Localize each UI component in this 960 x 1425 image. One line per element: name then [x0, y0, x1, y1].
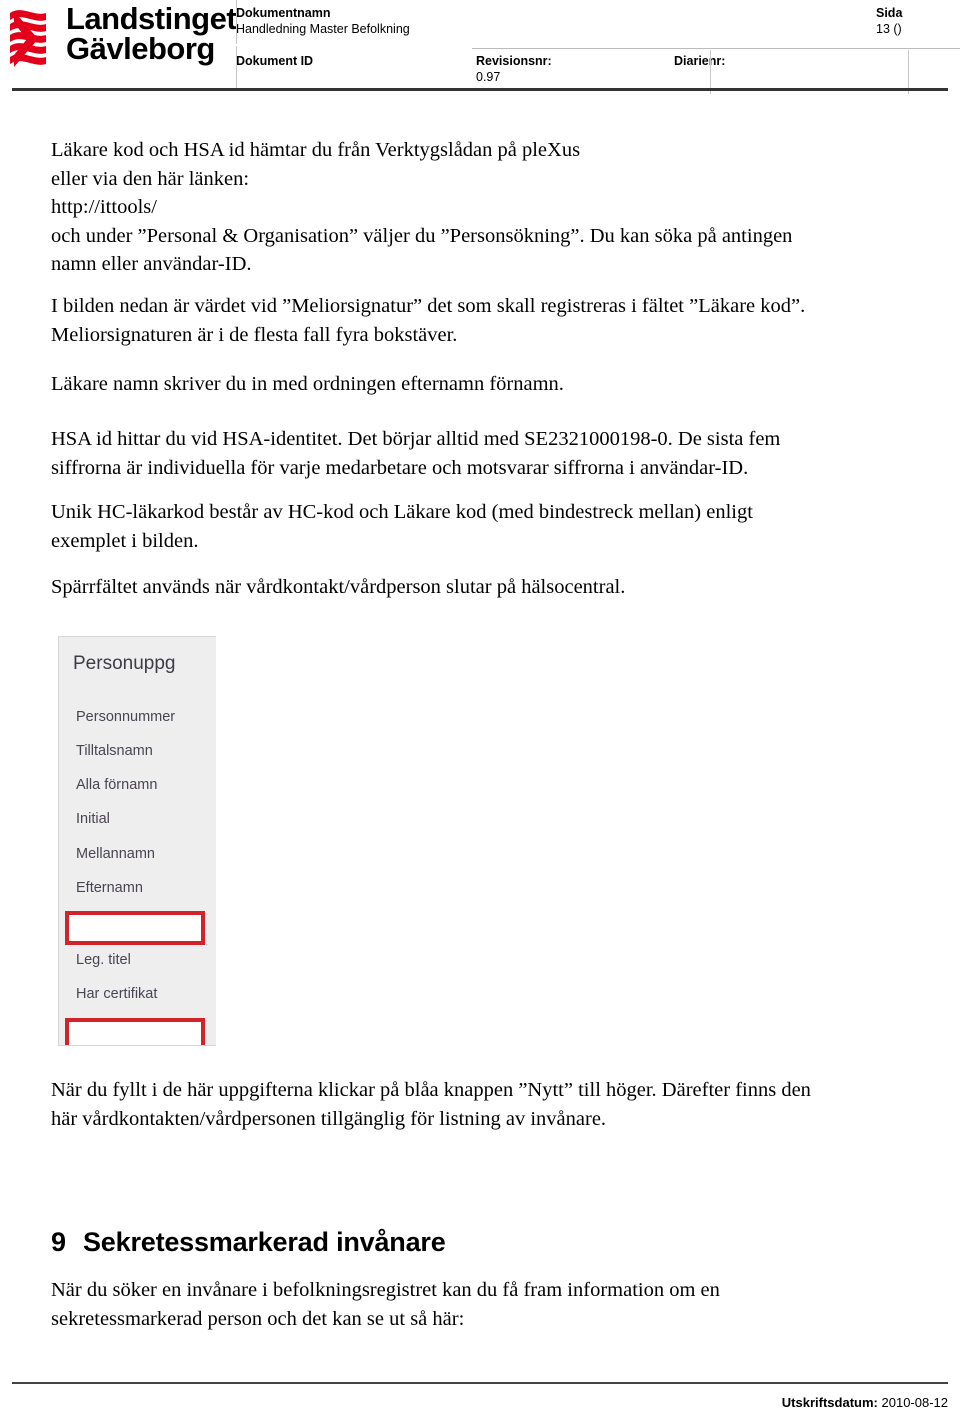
paragraph-lakare-namn: Läkare namn skriver du in med ordningen … — [51, 370, 891, 399]
form-label-har-certifikat: Har certifikat — [76, 986, 158, 1002]
header-field-revisionsnr: Revisionsnr: 0.97 — [476, 54, 552, 85]
paragraph-line: När du fyllt i de här uppgifterna klicka… — [51, 1079, 811, 1101]
logo-wordmark: Landstinget Gävleborg — [66, 1, 237, 67]
form-label-initial: Initial — [76, 811, 110, 827]
paragraph-line: namn eller användar-ID. — [51, 253, 252, 275]
paragraph-line-url: http://ittools/ — [51, 196, 157, 218]
paragraph-line: När du söker en invånare i befolkningsre… — [51, 1279, 720, 1301]
paragraph-sekretessmarkerad: När du söker en invånare i befolkningsre… — [51, 1276, 891, 1333]
paragraph-line: Spärrfältet används när vårdkontakt/vård… — [51, 576, 626, 598]
form-label-tilltalsnamn: Tilltalsnamn — [76, 743, 153, 759]
sida-value: 13 () — [876, 21, 902, 36]
paragraph-sparrfaltet: Spärrfältet används när vårdkontakt/vård… — [51, 573, 891, 602]
highlight-box-sparrfalt — [65, 1018, 205, 1045]
organization-logo: Landstinget Gävleborg — [8, 3, 237, 84]
document-footer: Utskriftsdatum: 2010-08-12 — [0, 1382, 960, 1425]
paragraph-line: Läkare kod och HSA id hämtar du från Ver… — [51, 139, 581, 161]
header-bottom-rule — [12, 88, 948, 91]
header-cell-divider-1 — [236, 46, 237, 90]
document-header: Landstinget Gävleborg Dokumentnamn Handl… — [0, 0, 960, 94]
paragraph-meliorsignatur: I bilden nedan är värdet vid ”Meliorsign… — [51, 292, 891, 349]
highlight-box-lakare-kod — [65, 911, 205, 945]
sida-label: Sida — [876, 6, 903, 20]
form-label-alla-fornamn: Alla förnamn — [76, 777, 158, 793]
logo-line-1: Landstinget — [66, 1, 237, 36]
section-heading-9: 9 Sekretessmarkerad invånare — [51, 1227, 891, 1258]
form-label-efternamn: Efternamn — [76, 880, 143, 896]
dokumentnamn-label: Dokumentnamn — [236, 6, 331, 20]
footer-print-date-label: Utskriftsdatum: — [781, 1395, 878, 1410]
paragraph-hsa-id: HSA id hittar du vid HSA-identitet. Det … — [51, 425, 891, 482]
paragraph-line: här vårdkontakten/vårdpersonen tillgängl… — [51, 1107, 607, 1130]
paragraph-line: HSA id hittar du vid HSA-identitet. Det … — [51, 428, 781, 450]
paragraph-unik-hc-lakarkod: Unik HC-läkarkod består av HC-kod och Lä… — [51, 498, 891, 555]
footer-print-date-value: 2010-08-12 — [881, 1395, 949, 1410]
paragraph-verktygsladan: Läkare kod och HSA id hämtar du från Ver… — [51, 136, 891, 279]
paragraph-line: siffrorna är individuella för varje meda… — [51, 456, 749, 479]
header-row-divider — [472, 48, 960, 49]
logo-line-2: Gävleborg — [66, 31, 215, 67]
form-label-mellannamn: Mellannamn — [76, 846, 155, 862]
paragraph-line: Läkare namn skriver du in med ordningen … — [51, 373, 564, 395]
paragraph-line: och under ”Personal & Organisation” välj… — [51, 224, 793, 247]
form-section-title: Personuppg — [73, 653, 176, 674]
header-cell-divider-left-top — [236, 0, 237, 44]
header-field-dokumentnamn: Dokumentnamn Handledning Master Befolkni… — [236, 6, 410, 37]
dokumentnamn-value: Handledning Master Befolkning — [236, 21, 410, 36]
paragraph-line: exemplet i bilden. — [51, 529, 199, 552]
header-field-dokument-id: Dokument ID — [236, 54, 313, 70]
paragraph-nytt-knapp: När du fyllt i de här uppgifterna klicka… — [51, 1076, 891, 1133]
paragraph-line: eller via den här länken: — [51, 167, 250, 190]
revisionsnr-value: 0.97 — [476, 69, 501, 84]
paragraph-line: Unik HC-läkarkod består av HC-kod och Lä… — [51, 501, 753, 523]
header-field-sida: Sida 13 () — [876, 6, 902, 37]
footer-print-date: Utskriftsdatum: 2010-08-12 — [782, 1395, 948, 1410]
landstinget-wave-mark-icon — [10, 10, 46, 67]
section-number: 9 — [51, 1227, 66, 1258]
revisionsnr-label: Revisionsnr: — [476, 54, 552, 68]
dokument-id-label: Dokument ID — [236, 54, 314, 68]
form-label-leg-titel: Leg. titel — [76, 952, 131, 968]
form-label-personnummer: Personnummer — [76, 709, 176, 725]
footer-top-rule — [12, 1382, 948, 1384]
header-field-diarienr: Diarienr: — [674, 54, 725, 70]
paragraph-line: I bilden nedan är värdet vid ”Meliorsign… — [51, 295, 806, 317]
diarienr-label: Diarienr: — [674, 54, 726, 68]
section-title: Sekretessmarkerad invånare — [83, 1227, 446, 1258]
embedded-screenshot-personuppgifter-form: Personuppg Personnummer Tilltalsnamn All… — [58, 636, 216, 1046]
paragraph-line: Meliorsignaturen är i de flesta fall fyr… — [51, 323, 458, 346]
paragraph-line: sekretessmarkerad person och det kan se … — [51, 1307, 465, 1330]
